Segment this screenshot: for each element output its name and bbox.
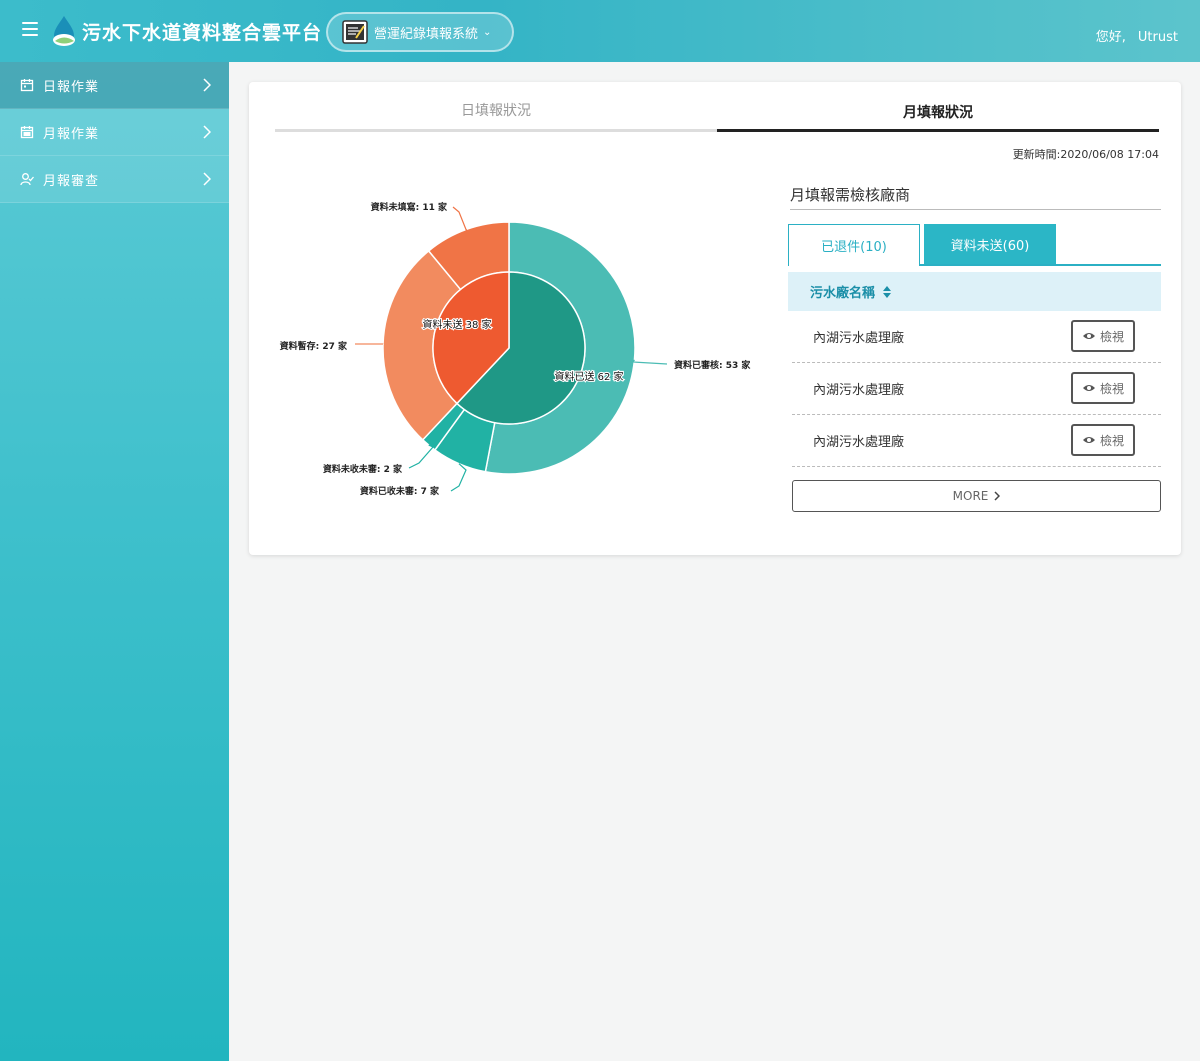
tab-daily-status[interactable]: 日填報狀況 [275, 96, 717, 132]
report-form-icon [342, 20, 368, 44]
top-header: 污水下水道資料整合雲平台 營運紀錄填報系統 ⌄ 您好, Utrust [0, 0, 1200, 62]
app-title: 污水下水道資料整合雲平台 [82, 22, 323, 44]
outer-label-4: 資料未填寫: 11 家 [371, 201, 448, 213]
sidebar-item-label: 日報作業 [43, 79, 100, 95]
subtab-not-sent[interactable]: 資料未送(60) [924, 224, 1056, 264]
view-button-label: 檢視 [1099, 329, 1124, 344]
outer-label-0: 資料已審核: 53 家 [674, 359, 751, 371]
system-selector-dropdown[interactable]: 營運紀錄填報系統 ⌄ [326, 12, 514, 52]
sidebar-item-monthly-report[interactable]: 月報作業 [0, 109, 229, 156]
updated-time: 更新時間:2020/06/08 17:04 [1012, 148, 1159, 161]
view-button[interactable]: 檢視 [1071, 424, 1135, 456]
eye-icon [1082, 385, 1095, 391]
report-status-card: 日填報狀況 月填報狀況 更新時間:2020/06/08 17:04 資料已送 6… [249, 82, 1181, 555]
sidebar-item-daily-report[interactable]: 日報作業 [0, 62, 229, 109]
sidebar-item-monthly-review[interactable]: 月報審查 [0, 156, 229, 203]
column-header-plant-name[interactable]: 污水廠名稱 [788, 272, 1161, 311]
inner-label-0: 資料已送 62 家 [554, 370, 623, 383]
more-button-label: MORE [952, 489, 989, 503]
plant-name: 內湖污水處理廠 [813, 331, 905, 346]
chevron-down-icon: ⌄ [483, 26, 492, 38]
user-greeting: 您好, Utrust [1096, 26, 1178, 45]
sidebar: 日報作業 月報作業 月報審查 [0, 62, 229, 1061]
more-button[interactable]: MORE [792, 480, 1161, 512]
sidebar-item-label: 月報審查 [43, 173, 100, 189]
vendor-subtabs: 已退件(10) 資料未送(60) [788, 224, 1161, 266]
view-button[interactable]: 檢視 [1071, 320, 1135, 352]
outer-label-2: 資料未收未審: 2 家 [323, 463, 403, 475]
right-panel-title: 月填報需檢核廠商 [790, 184, 1161, 210]
water-drop-logo-icon [53, 16, 75, 46]
user-check-icon [20, 173, 34, 186]
leader-line-0 [631, 359, 668, 365]
greeting-text: 您好, [1095, 30, 1126, 45]
leader-line-1 [450, 463, 467, 492]
subtab-returned[interactable]: 已退件(10) [788, 224, 920, 266]
inner-label-1: 資料未送 38 家 [422, 318, 491, 331]
leader-line-4 [452, 206, 468, 233]
view-button-label: 檢視 [1099, 433, 1124, 448]
chevron-right-icon [203, 172, 211, 186]
outer-label-1: 資料已收未審: 7 家 [360, 485, 440, 497]
table-row: 內湖污水處理廠 檢視 [792, 311, 1161, 363]
monthly-status-pie-chart: 資料已送 62 家 資料未送 38 家資料已審核: 53 家資料已收未審: 7 家… [280, 201, 752, 497]
view-button[interactable]: 檢視 [1071, 372, 1135, 404]
leader-line-2 [408, 444, 434, 469]
system-selector-label: 營運紀錄填報系統 [374, 26, 479, 42]
sidebar-item-label: 月報作業 [43, 126, 100, 142]
view-button-label: 檢視 [1099, 381, 1124, 396]
username[interactable]: Utrust [1138, 30, 1178, 45]
menu-icon[interactable] [22, 22, 38, 36]
plant-name: 內湖污水處理廠 [813, 435, 905, 450]
calendar-grid-icon [20, 126, 34, 139]
plant-name: 內湖污水處理廠 [813, 383, 905, 398]
eye-icon [1082, 333, 1095, 339]
tab-monthly-status[interactable]: 月填報狀況 [717, 96, 1159, 132]
outer-label-3: 資料暫存: 27 家 [280, 340, 348, 352]
chevron-right-icon [203, 78, 211, 92]
sort-icon [883, 285, 892, 298]
column-header-label: 污水廠名稱 [810, 286, 876, 301]
table-row: 內湖污水處理廠 檢視 [792, 415, 1161, 467]
table-row: 內湖污水處理廠 檢視 [792, 363, 1161, 415]
calendar-icon [20, 79, 34, 92]
eye-icon [1082, 437, 1095, 443]
chevron-right-icon [203, 125, 211, 139]
chevron-right-icon [994, 491, 1001, 501]
